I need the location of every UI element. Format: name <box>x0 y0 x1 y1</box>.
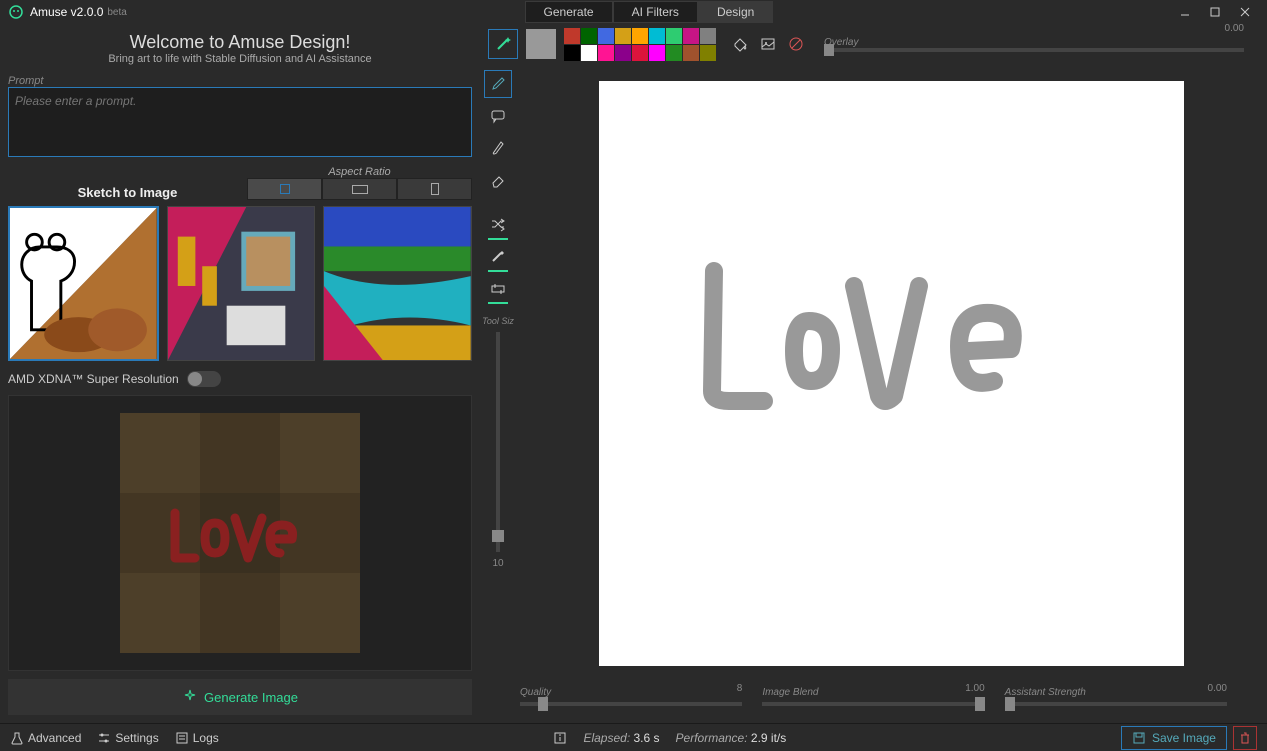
palette-swatch[interactable] <box>683 28 699 44</box>
palette-swatch[interactable] <box>649 45 665 61</box>
assistant-strength-label: Assistant Strength <box>1005 687 1086 698</box>
palette-swatch[interactable] <box>700 45 716 61</box>
app-title: Amuse v2.0.0 <box>30 5 103 19</box>
prompt-input[interactable] <box>8 87 472 157</box>
mode-tabs: Generate AI Filters Design <box>525 1 774 23</box>
eraser-tool[interactable] <box>484 166 512 194</box>
palette-swatch[interactable] <box>649 28 665 44</box>
logs-button[interactable]: Logs <box>175 731 219 745</box>
super-resolution-label: AMD XDNA™ Super Resolution <box>8 372 179 386</box>
super-resolution-toggle[interactable] <box>187 371 221 387</box>
settings-button[interactable]: Settings <box>97 731 158 745</box>
aspect-portrait-button[interactable] <box>397 178 472 200</box>
palette-swatch[interactable] <box>666 28 682 44</box>
image-blend-label: Image Blend <box>762 687 818 698</box>
overlay-slider[interactable] <box>824 48 1244 52</box>
palette-swatch[interactable] <box>564 28 580 44</box>
aspect-landscape-button[interactable] <box>322 178 397 200</box>
prompt-label: Prompt <box>8 75 472 87</box>
palette-swatch[interactable] <box>683 45 699 61</box>
welcome-subtitle: Bring art to life with Stable Diffusion … <box>8 53 472 65</box>
brush-tool[interactable] <box>484 134 512 162</box>
flask-icon <box>10 731 24 745</box>
palette-swatch[interactable] <box>615 28 631 44</box>
bottom-sliders: Quality 8 Image Blend 1.00 Assistant Str… <box>480 683 1267 723</box>
delete-button[interactable] <box>1233 726 1257 750</box>
side-toolbar: Tool Siz 10 <box>480 64 516 683</box>
info-icon <box>553 731 567 745</box>
right-panel: Overlay 0.00 Tool Siz 10 <box>480 24 1267 723</box>
palette-swatch[interactable] <box>581 45 597 61</box>
trash-icon <box>1239 732 1251 744</box>
output-preview <box>8 395 472 671</box>
canvas-toolbar: Overlay 0.00 <box>480 24 1267 64</box>
left-panel: Welcome to Amuse Design! Bring art to li… <box>0 24 480 723</box>
palette-swatch[interactable] <box>581 28 597 44</box>
palette-swatch[interactable] <box>666 45 682 61</box>
palette-swatch[interactable] <box>598 28 614 44</box>
quality-slider[interactable] <box>520 702 742 706</box>
overlay-label: Overlay <box>824 37 1244 48</box>
beta-label: beta <box>107 7 126 18</box>
image-blend-slider[interactable] <box>762 702 984 706</box>
logs-icon <box>175 731 189 745</box>
overlay-value: 0.00 <box>1225 23 1244 34</box>
tab-design[interactable]: Design <box>698 1 773 23</box>
drawing-canvas[interactable] <box>599 81 1184 666</box>
palette-swatch[interactable] <box>615 45 631 61</box>
sketch-to-image-title: Sketch to Image <box>8 185 247 200</box>
welcome-title: Welcome to Amuse Design! <box>8 32 472 53</box>
save-icon <box>1132 731 1146 745</box>
tab-generate[interactable]: Generate <box>525 1 613 23</box>
image-icon[interactable] <box>758 34 778 54</box>
maximize-button[interactable] <box>1201 2 1229 22</box>
sparkle-icon <box>182 689 198 705</box>
pencil-tool[interactable] <box>484 70 512 98</box>
cancel-icon[interactable] <box>786 34 806 54</box>
save-image-button[interactable]: Save Image <box>1121 726 1227 750</box>
status-bar: Advanced Settings Logs Elapsed: 3.6 s Pe… <box>0 723 1267 751</box>
enhance-tool[interactable] <box>484 242 512 270</box>
palette-swatch[interactable] <box>632 28 648 44</box>
generate-button-label: Generate Image <box>204 690 298 705</box>
image-blend-value: 1.00 <box>965 683 984 694</box>
aspect-ratio-label: Aspect Ratio <box>328 166 390 178</box>
app-logo-icon <box>8 4 24 20</box>
fill-bucket-icon[interactable] <box>730 34 750 54</box>
minimize-button[interactable] <box>1171 2 1199 22</box>
preset-interior-thumb[interactable] <box>167 206 316 361</box>
performance-text: Performance: 2.9 it/s <box>676 731 787 745</box>
sliders-icon <box>97 731 111 745</box>
elapsed-text: Elapsed: 3.6 s <box>583 731 659 745</box>
tool-size-label: Tool Siz <box>482 316 514 326</box>
tab-ai-filters[interactable]: AI Filters <box>613 1 698 23</box>
tool-size-slider[interactable] <box>496 332 500 552</box>
palette-swatch[interactable] <box>632 45 648 61</box>
advanced-button[interactable]: Advanced <box>10 731 81 745</box>
palette-swatch[interactable] <box>564 45 580 61</box>
tool-size-value: 10 <box>492 558 503 569</box>
shuffle-tool[interactable] <box>484 210 512 238</box>
magic-wand-button[interactable] <box>488 29 518 59</box>
magic-wand-icon <box>494 35 512 53</box>
generate-image-button[interactable]: Generate Image <box>8 679 472 715</box>
color-palette <box>564 28 716 61</box>
preset-landscape-thumb[interactable] <box>323 206 472 361</box>
close-button[interactable] <box>1231 2 1259 22</box>
title-bar: Amuse v2.0.0 beta Generate AI Filters De… <box>0 0 1267 24</box>
adjust-tool[interactable] <box>484 274 512 302</box>
info-button[interactable] <box>553 731 567 745</box>
current-color-swatch[interactable] <box>526 29 556 59</box>
aspect-square-button[interactable] <box>247 178 322 200</box>
palette-swatch[interactable] <box>700 28 716 44</box>
preset-sketch-thumb[interactable] <box>8 206 159 361</box>
quality-value: 8 <box>737 683 743 694</box>
assistant-strength-slider[interactable] <box>1005 702 1227 706</box>
assistant-strength-value: 0.00 <box>1208 683 1227 694</box>
palette-swatch[interactable] <box>598 45 614 61</box>
chat-tool[interactable] <box>484 102 512 130</box>
